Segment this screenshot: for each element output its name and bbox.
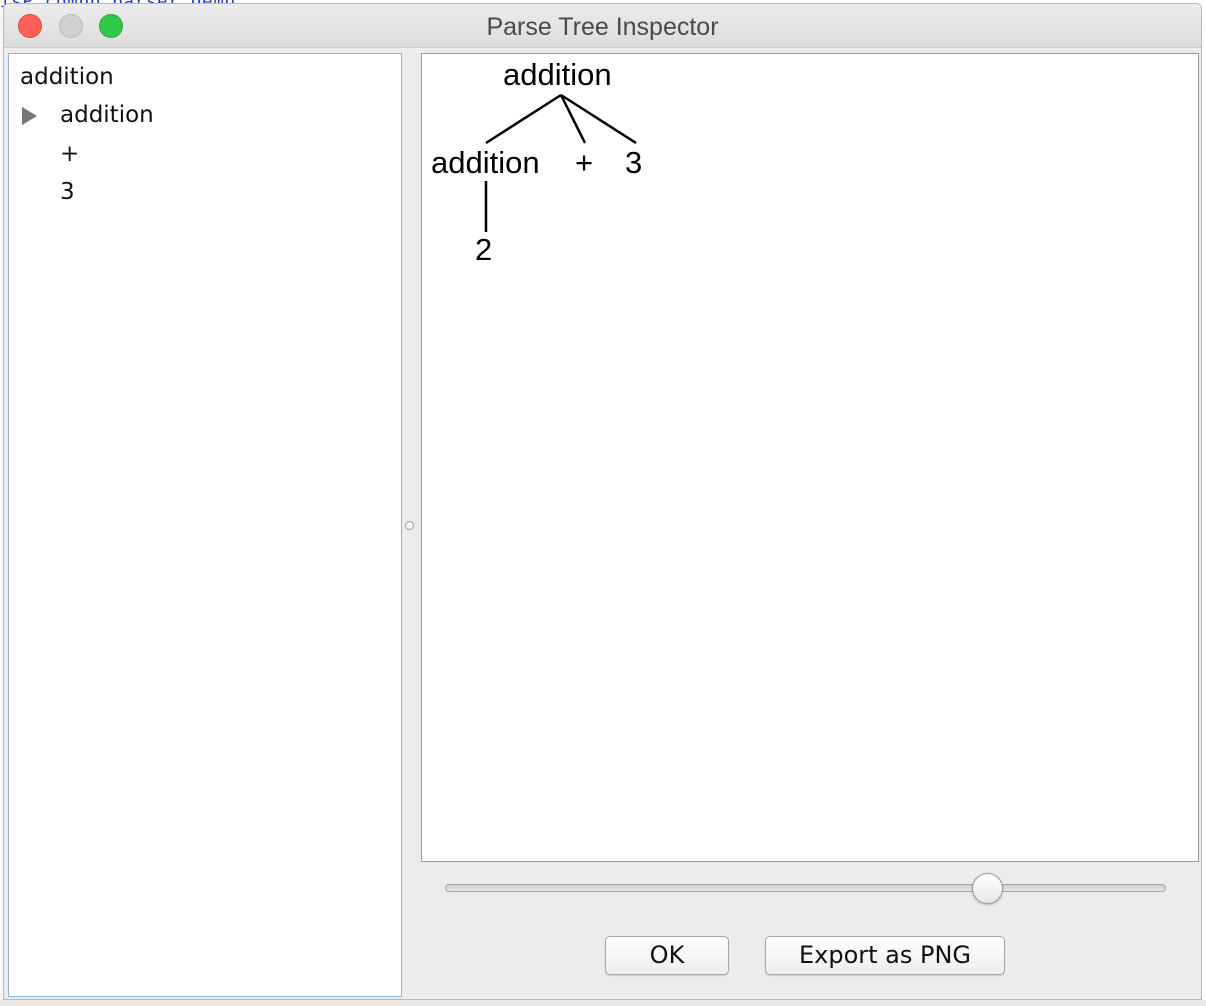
parse-tree-canvas: addition addition + 3 2: [421, 53, 1199, 862]
title-bar[interactable]: Parse Tree Inspector: [4, 4, 1201, 48]
edge-root-addition: [485, 93, 562, 145]
export-png-button[interactable]: Export as PNG: [765, 936, 1005, 975]
parse-tree-inspector-window: Parse Tree Inspector addition addition +…: [3, 3, 1202, 1000]
parse-node-addition: addition: [431, 145, 540, 180]
tree-node-plus[interactable]: +: [60, 141, 79, 167]
zoom-slider-track[interactable]: [445, 884, 1166, 892]
tree-root-node[interactable]: addition: [20, 64, 114, 90]
parse-node-two: 2: [475, 232, 493, 267]
parse-node-three: 3: [625, 145, 643, 180]
parse-node-plus: +: [575, 145, 594, 180]
window-title: Parse Tree Inspector: [486, 13, 719, 41]
tree-view-panel[interactable]: addition addition + 3: [8, 53, 402, 997]
zoom-slider-thumb[interactable]: [972, 873, 1003, 904]
expand-arrow-icon[interactable]: [22, 107, 37, 125]
parse-node-root: addition: [503, 57, 612, 92]
ok-button[interactable]: OK: [605, 936, 729, 975]
background-app-bottom: [0, 1000, 1206, 1006]
tree-node-three[interactable]: 3: [60, 179, 75, 205]
divider-grip-icon: [405, 521, 414, 530]
split-pane-divider[interactable]: [405, 521, 415, 531]
tree-node-addition[interactable]: addition: [60, 102, 154, 128]
